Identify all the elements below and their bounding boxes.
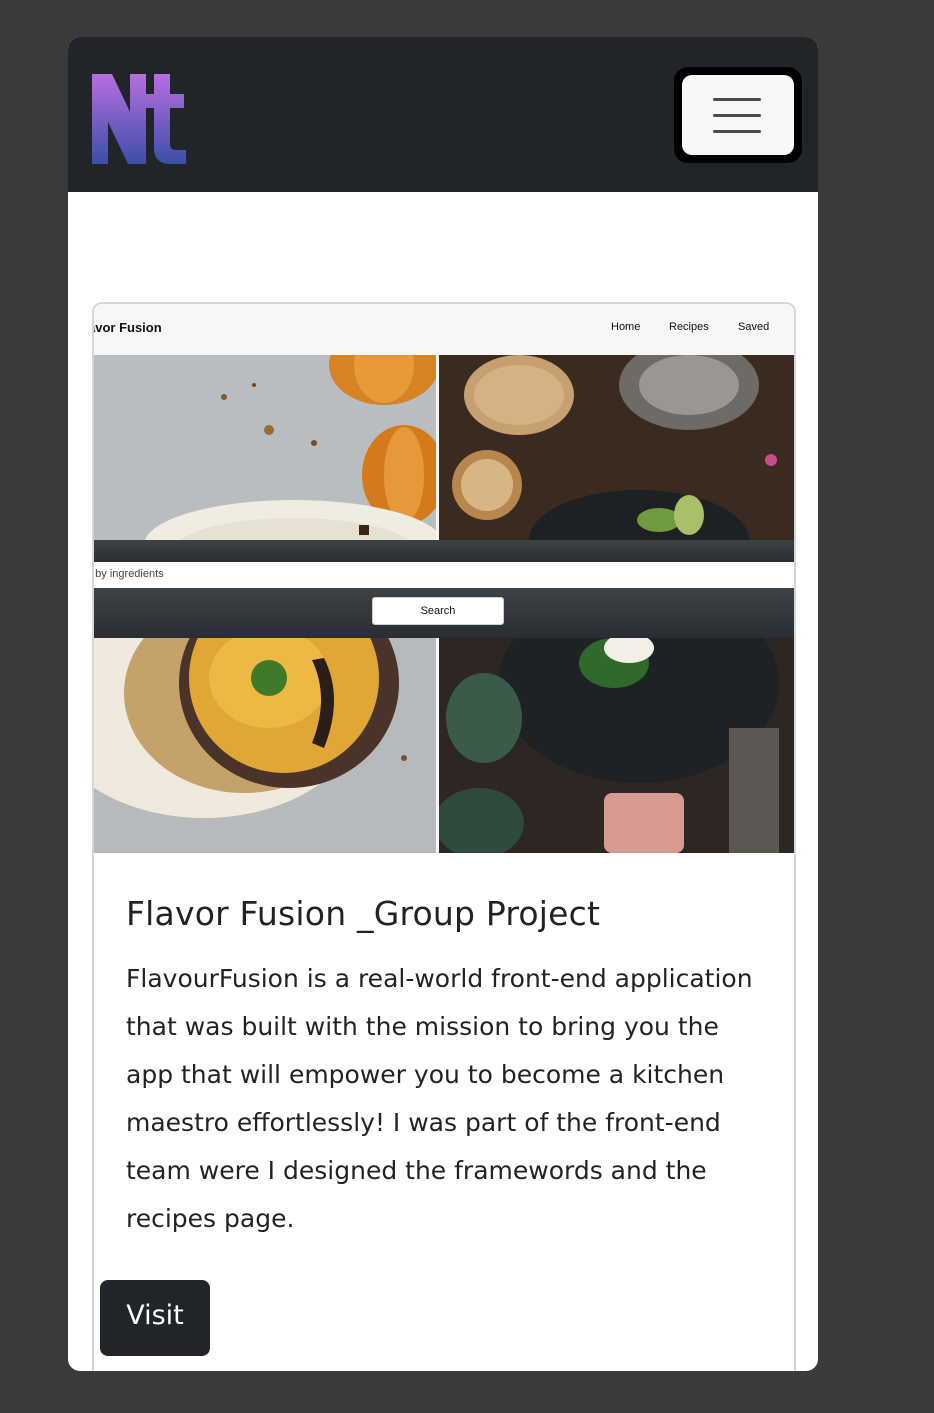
card-body: Flavor Fusion _Group Project FlavourFusi…	[126, 894, 766, 1243]
screenshot-search-input: h by ingredients	[94, 562, 794, 588]
photo-cookies	[439, 355, 794, 540]
brand-logo[interactable]	[90, 72, 188, 166]
hamburger-line	[713, 130, 761, 133]
project-description: FlavourFusion is a real-world front-end …	[126, 964, 753, 1233]
screenshot-link-saved: Saved	[738, 321, 770, 333]
screenshot-link-recipes: Recipes	[669, 321, 709, 333]
screenshot-hero-strip	[94, 540, 794, 562]
project-title: Flavor Fusion _Group Project	[126, 894, 601, 933]
project-card: avor Fusion Home Recipes Saved by ingred…	[92, 302, 796, 1371]
visit-button[interactable]: Visit	[100, 1280, 210, 1356]
project-screenshot: avor Fusion Home Recipes Saved by ingred…	[94, 304, 794, 853]
hamburger-line	[713, 114, 761, 117]
menu-toggle-button[interactable]	[674, 67, 802, 163]
screenshot-brand: avor Fusion	[94, 320, 162, 335]
mobile-frame: avor Fusion Home Recipes Saved by ingred…	[68, 37, 818, 1371]
screenshot-link-home: Home	[611, 321, 641, 333]
hamburger-icon	[682, 75, 794, 155]
screenshot-search-button: Search	[372, 597, 504, 625]
photo-pumpkins	[94, 355, 436, 540]
navbar	[68, 37, 818, 192]
photo-greens	[439, 638, 794, 853]
screenshot-search-placeholder: h by ingredients	[94, 568, 164, 580]
screenshot-navbar: avor Fusion Home Recipes Saved	[94, 304, 794, 355]
photo-soup	[94, 638, 436, 853]
hamburger-line	[713, 98, 761, 101]
